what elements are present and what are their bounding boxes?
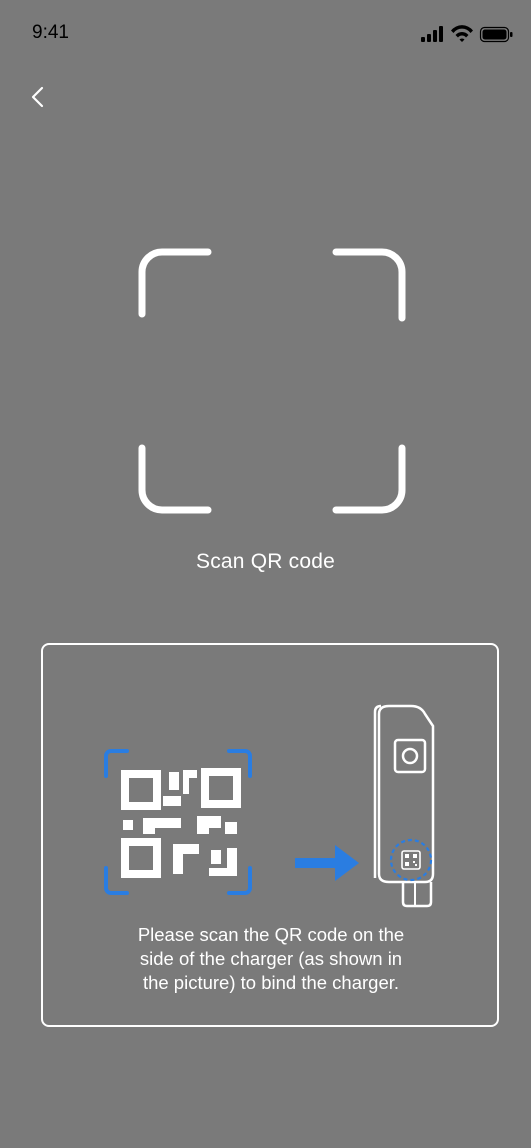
charger-icon (373, 704, 435, 908)
instruction-text: Please scan the QR code on the side of t… (137, 924, 405, 993)
wifi-icon (451, 25, 473, 42)
cellular-signal-icon (421, 26, 443, 42)
qr-code-icon (104, 749, 252, 895)
arrow-right-icon (295, 845, 359, 881)
chevron-left-icon (31, 86, 44, 108)
status-time: 9:41 (32, 22, 69, 43)
status-bar: 9:41 (0, 0, 531, 70)
scan-frame-icon (138, 248, 406, 514)
status-icons (421, 25, 513, 43)
scan-qr-label: Scan QR code (196, 550, 335, 573)
back-button[interactable] (20, 78, 60, 118)
battery-icon (479, 26, 513, 43)
instruction-card: Please scan the QR code on the side of t… (41, 643, 499, 1027)
